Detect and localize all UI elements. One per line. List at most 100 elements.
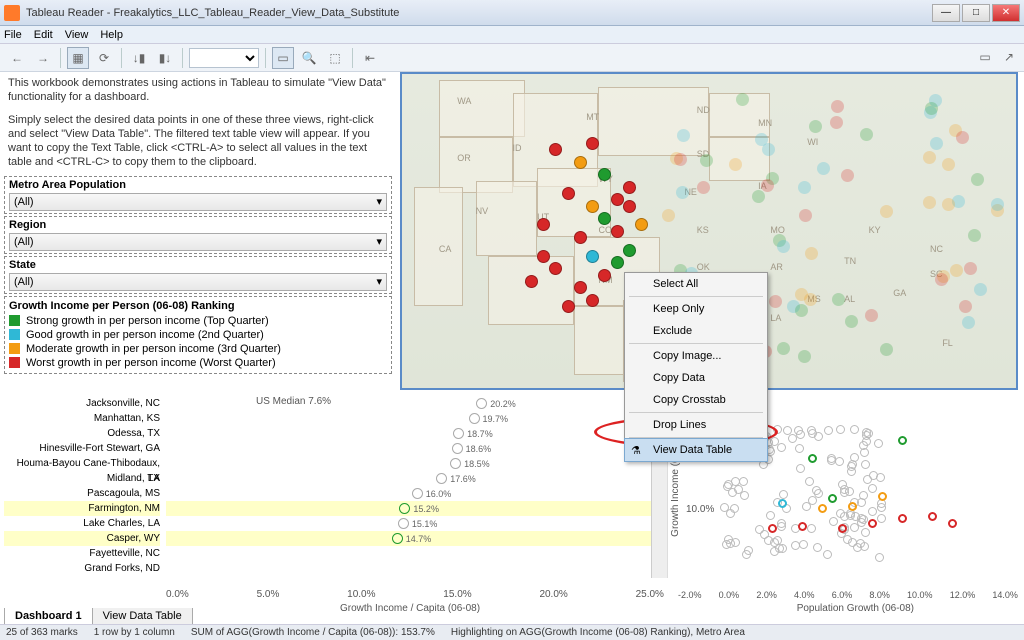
ctx-copy-data[interactable]: Copy Data: [625, 367, 767, 389]
scatter-mark-faded[interactable]: [777, 522, 786, 531]
scatter-mark-faded[interactable]: [863, 475, 872, 484]
scatter-mark-faded[interactable]: [853, 543, 862, 552]
select-tool-button[interactable]: ▭: [272, 47, 294, 69]
share-button[interactable]: ↗: [998, 46, 1020, 68]
scatter-mark-faded[interactable]: [766, 511, 775, 520]
ctx-exclude[interactable]: Exclude: [625, 320, 767, 342]
scatter-mark[interactable]: [808, 454, 817, 463]
list-item[interactable]: Lake Charles, LA: [4, 516, 160, 531]
scatter-mark[interactable]: [928, 512, 937, 521]
close-button[interactable]: ✕: [992, 4, 1020, 22]
map-mark-faded[interactable]: [795, 304, 808, 317]
zoom-area-button[interactable]: ⬚: [324, 47, 346, 69]
scatter-mark-faded[interactable]: [740, 491, 749, 500]
list-item[interactable]: Grand Forks, ND: [4, 561, 160, 576]
scatter-mark-faded[interactable]: [877, 503, 886, 512]
scatter-mark-faded[interactable]: [779, 490, 788, 499]
filter-region-select[interactable]: (All)▾: [9, 233, 387, 251]
scatter-mark[interactable]: [848, 502, 857, 511]
map-mark[interactable]: [562, 187, 575, 200]
dot-mark[interactable]: [453, 428, 464, 439]
list-item[interactable]: Manhattan, KS: [4, 411, 160, 426]
map-mark-faded[interactable]: [674, 153, 687, 166]
ctx-copy-image[interactable]: Copy Image...: [625, 345, 767, 367]
scatter-mark[interactable]: [898, 514, 907, 523]
list-item[interactable]: Odessa, TX: [4, 426, 160, 441]
scatter-mark[interactable]: [878, 492, 887, 501]
scatter-mark-faded[interactable]: [796, 464, 805, 473]
scatter-mark-faded[interactable]: [876, 473, 885, 482]
map-mark[interactable]: [586, 137, 599, 150]
scatter-mark-faded[interactable]: [874, 439, 883, 448]
ctx-copy-crosstab[interactable]: Copy Crosstab: [625, 389, 767, 411]
dot-mark[interactable]: [436, 473, 447, 484]
scatter-mark-faded[interactable]: [730, 504, 739, 513]
menu-view[interactable]: View: [65, 29, 89, 41]
scatter-mark-faded[interactable]: [773, 425, 782, 434]
scatter-mark-faded[interactable]: [861, 460, 870, 469]
dot-chart[interactable]: US Median 7.6% 20.2%19.7%18.7%18.6%18.5%…: [166, 394, 668, 578]
map-mark[interactable]: [562, 300, 575, 313]
scatter-mark-faded[interactable]: [720, 503, 729, 512]
dot-mark[interactable]: [469, 413, 480, 424]
forward-button[interactable]: →: [32, 47, 54, 69]
legend-item[interactable]: Strong growth in per person income (Top …: [9, 314, 387, 328]
map-mark[interactable]: [623, 181, 636, 194]
menu-file[interactable]: File: [4, 29, 22, 41]
scatter-mark[interactable]: [838, 524, 847, 533]
map-mark[interactable]: [574, 231, 587, 244]
scatter-mark-faded[interactable]: [846, 511, 855, 520]
map-mark-faded[interactable]: [942, 198, 955, 211]
map-mark-faded[interactable]: [971, 173, 984, 186]
scatter-mark-faded[interactable]: [777, 443, 786, 452]
list-item[interactable]: Pascagoula, MS: [4, 486, 160, 501]
filter-state-select[interactable]: (All)▾: [9, 273, 387, 291]
map-mark[interactable]: [586, 250, 599, 263]
map-mark-faded[interactable]: [762, 143, 775, 156]
fit-select[interactable]: [189, 48, 259, 68]
scatter-mark-faded[interactable]: [827, 454, 836, 463]
scatter-mark-faded[interactable]: [799, 540, 808, 549]
back-button[interactable]: ←: [6, 47, 28, 69]
sort-desc-button[interactable]: ▮↓: [154, 47, 176, 69]
map-mark-faded[interactable]: [662, 209, 675, 222]
scatter-mark-faded[interactable]: [868, 507, 877, 516]
ctx-select-all[interactable]: Select All: [625, 273, 767, 295]
scatter-mark-faded[interactable]: [861, 528, 870, 537]
list-item[interactable]: Hinesville-Fort Stewart, GA: [4, 441, 160, 456]
scatter-mark-faded[interactable]: [805, 477, 814, 486]
scatter-mark[interactable]: [768, 524, 777, 533]
scatter-mark-faded[interactable]: [829, 517, 838, 526]
list-item[interactable]: Casper, WY: [4, 531, 160, 546]
map-mark-faded[interactable]: [880, 205, 893, 218]
map-mark-faded[interactable]: [991, 198, 1004, 211]
dot-mark[interactable]: [476, 398, 487, 409]
dot-mark[interactable]: [450, 458, 461, 469]
scatter-mark-faded[interactable]: [875, 553, 884, 562]
reset-button[interactable]: ⇤: [359, 47, 381, 69]
pause-updates-button[interactable]: ▦: [67, 47, 89, 69]
scatter-mark-faded[interactable]: [850, 523, 859, 532]
list-item[interactable]: Fayetteville, NC: [4, 546, 160, 561]
scatter-mark-faded[interactable]: [850, 453, 859, 462]
legend-item[interactable]: Worst growth in per person income (Worst…: [9, 356, 387, 370]
scatter-mark-faded[interactable]: [859, 491, 868, 500]
scatter-mark[interactable]: [898, 436, 907, 445]
scatter-mark-faded[interactable]: [836, 425, 845, 434]
map-mark-faded[interactable]: [761, 179, 774, 192]
map-mark-faded[interactable]: [950, 264, 963, 277]
map-mark-faded[interactable]: [832, 293, 845, 306]
map-mark-faded[interactable]: [777, 240, 790, 253]
scatter-mark-faded[interactable]: [859, 441, 868, 450]
scatter-mark-faded[interactable]: [788, 434, 797, 443]
legend-item[interactable]: Moderate growth in per person income (3r…: [9, 342, 387, 356]
scatter-mark-faded[interactable]: [868, 484, 877, 493]
list-item[interactable]: Farmington, NM: [4, 501, 160, 516]
scatter-mark[interactable]: [798, 522, 807, 531]
map-mark[interactable]: [537, 250, 550, 263]
refresh-button[interactable]: ⟳: [93, 47, 115, 69]
map-mark[interactable]: [611, 225, 624, 238]
list-item[interactable]: Midland, TX: [4, 471, 160, 486]
scatter-mark-faded[interactable]: [823, 550, 832, 559]
scatter-mark-faded[interactable]: [824, 426, 833, 435]
